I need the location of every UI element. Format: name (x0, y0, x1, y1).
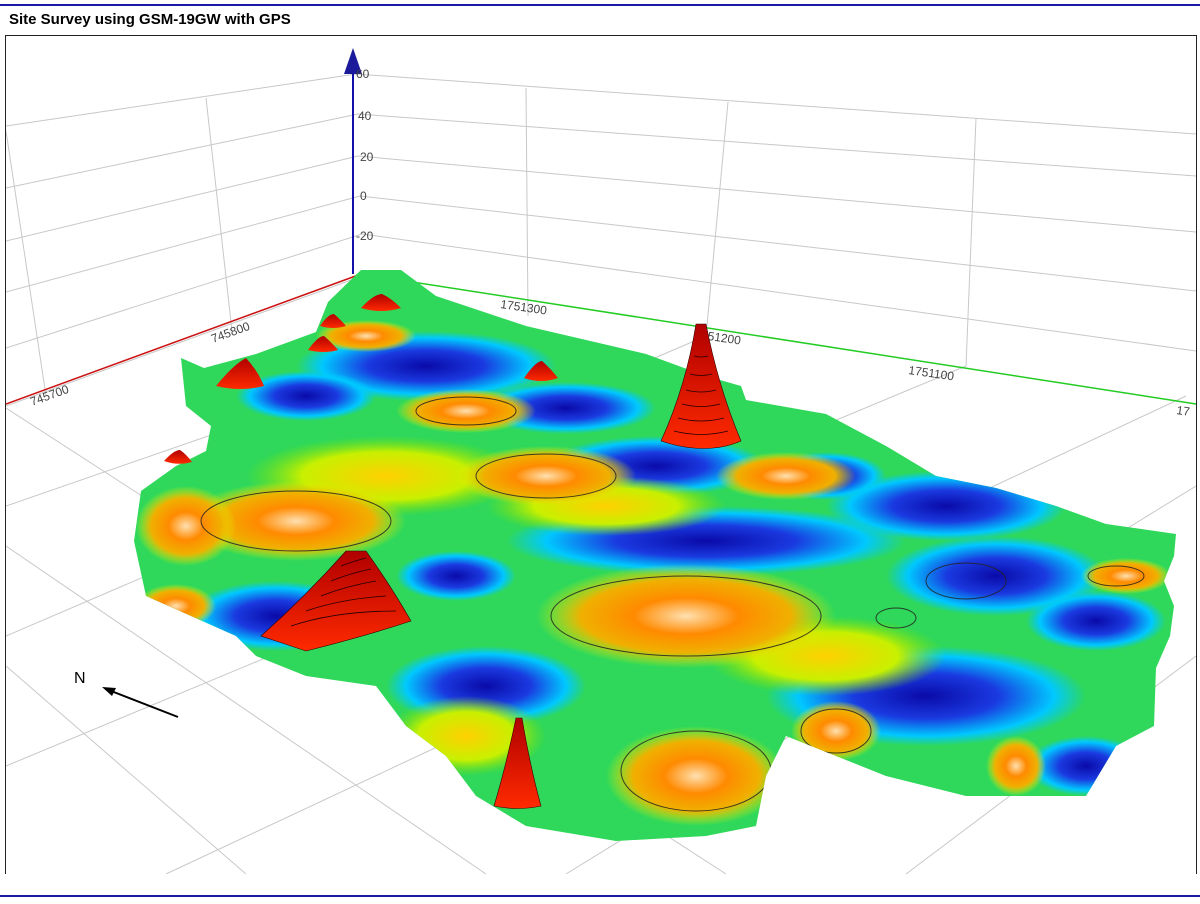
window-bottom-border (0, 895, 1200, 897)
north-compass: N (74, 670, 179, 718)
y-tick-label: 17 (1176, 403, 1191, 419)
3d-plot-viewport[interactable]: 60 40 20 0 -20 745700 745800 1751300 175… (5, 35, 1197, 875)
z-tick-label: 0 (360, 189, 367, 203)
z-tick-label: 60 (356, 67, 370, 81)
north-label: N (74, 670, 86, 687)
peak-small (164, 450, 192, 464)
y-tick-label: 1751300 (500, 297, 549, 317)
window-title: Site Survey using GSM-19GW with GPS (9, 11, 291, 28)
z-tick-label: -20 (356, 229, 374, 243)
x-tick-label: 745700 (28, 382, 71, 409)
north-arrow-icon (105, 688, 179, 718)
3d-surface-plot[interactable]: 60 40 20 0 -20 745700 745800 1751300 175… (6, 36, 1196, 874)
status-bar (0, 874, 1200, 894)
magnetic-surface (134, 270, 1176, 841)
window-top-border (0, 4, 1200, 6)
z-tick-label: 40 (358, 109, 372, 123)
z-tick-label: 20 (360, 150, 374, 164)
